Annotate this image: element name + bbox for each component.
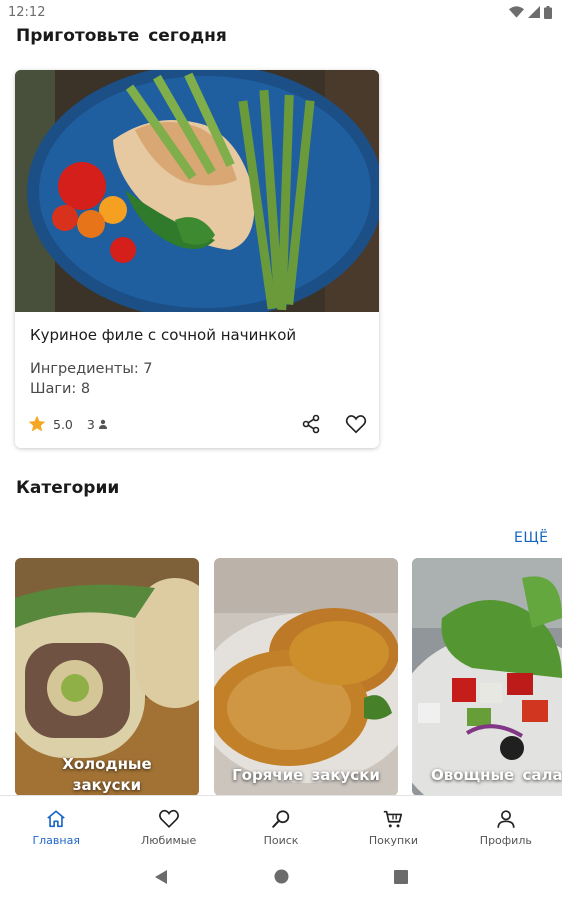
category-label: Овощные салаты xyxy=(431,766,562,784)
nav-label: Поиск xyxy=(263,834,299,847)
rating-row: 5.0 3 xyxy=(27,414,108,434)
nav-label: Любимые xyxy=(141,834,197,847)
home-icon xyxy=(47,810,65,828)
heart-outline-icon xyxy=(345,415,367,434)
nav-label: Профиль xyxy=(479,834,532,847)
category-card-vegetable-salads[interactable]: Овощные салаты xyxy=(412,558,562,796)
category-photo xyxy=(412,558,562,796)
recents-square-icon xyxy=(394,869,408,884)
person-small-icon xyxy=(98,419,107,429)
nav-item-home[interactable]: Главная xyxy=(0,796,112,853)
status-icons xyxy=(509,5,552,19)
category-label: Холодные закуски xyxy=(15,754,199,796)
category-label: Горячие закуски xyxy=(232,766,380,784)
votes-count: 3 xyxy=(87,417,108,432)
category-card-cold-snacks[interactable]: Холодные закуски xyxy=(15,558,199,796)
home-circle-icon xyxy=(274,869,288,884)
recipe-steps: Шаги: 8 xyxy=(30,381,91,397)
more-categories-link[interactable]: ЕЩЁ xyxy=(514,530,549,546)
category-label-line2: закуски xyxy=(72,776,142,794)
search-icon xyxy=(272,810,290,828)
battery-icon xyxy=(544,5,552,19)
nav-item-favorites[interactable]: Любимые xyxy=(112,796,224,853)
recipe-ingredients: Ингредиенты: 7 xyxy=(30,361,153,377)
categories-section-title: Категории xyxy=(16,478,120,498)
back-button[interactable] xyxy=(151,867,171,887)
nav-item-search[interactable]: Поиск xyxy=(225,796,337,853)
back-triangle-icon xyxy=(155,869,167,884)
share-button[interactable] xyxy=(299,412,323,436)
category-label-line1: Холодные xyxy=(62,755,152,773)
status-bar: 12:12 xyxy=(0,0,562,24)
favorite-button[interactable] xyxy=(344,412,368,436)
home-system-button[interactable] xyxy=(271,867,291,887)
rating-value: 5.0 xyxy=(53,416,73,432)
category-photo xyxy=(214,558,398,796)
nav-item-profile[interactable]: Профиль xyxy=(450,796,562,853)
system-nav-bar xyxy=(0,853,562,900)
recents-button[interactable] xyxy=(391,867,411,887)
recipe-name: Куриное филе с сочной начинкой xyxy=(30,326,297,344)
category-card-hot-snacks[interactable]: Горячие закуски xyxy=(214,558,398,796)
share-icon xyxy=(302,414,320,434)
nav-label: Покупки xyxy=(368,834,418,847)
person-icon xyxy=(497,810,515,828)
bottom-nav: Главная Любимые Поиск Покупки Профиль xyxy=(0,795,562,853)
recipe-card[interactable]: Куриное филе с сочной начинкой Ингредиен… xyxy=(15,70,379,448)
nav-item-shopping[interactable]: Покупки xyxy=(337,796,449,853)
status-time: 12:12 xyxy=(8,4,46,20)
signal-icon xyxy=(528,6,540,18)
heart-icon xyxy=(158,809,179,828)
star-icon xyxy=(28,415,46,432)
cart-icon xyxy=(384,810,403,828)
recipe-photo xyxy=(15,70,379,312)
votes-value: 3 xyxy=(86,416,95,432)
today-section-title: Приготовьте сегодня xyxy=(16,26,227,46)
wifi-icon xyxy=(509,6,524,18)
nav-label: Главная xyxy=(32,834,80,847)
